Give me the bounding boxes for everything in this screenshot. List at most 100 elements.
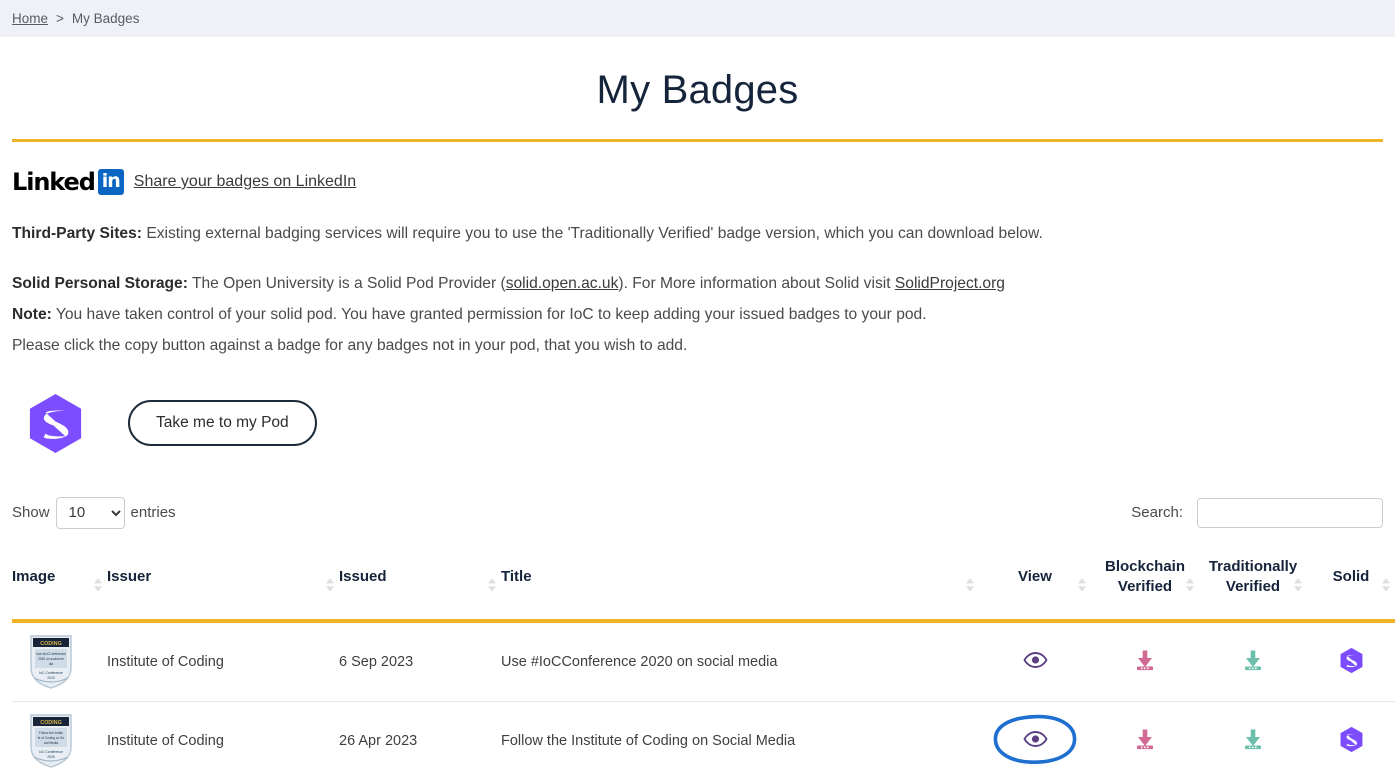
- cell-solid: [1307, 621, 1395, 703]
- cell-title: Follow the Institute of Coding on Social…: [501, 701, 979, 780]
- page-title: My Badges: [596, 68, 799, 112]
- search-input[interactable]: [1197, 497, 1383, 528]
- cell-traditionally-verified: [1199, 701, 1307, 780]
- title-divider: [12, 139, 1383, 142]
- cell-issuer: Institute of Coding: [107, 621, 339, 703]
- badges-table: Image Issuer Issued Title View Blockchai…: [12, 556, 1395, 780]
- copy-to-solid-pod-button[interactable]: [1338, 726, 1365, 753]
- svg-text:2020: 2020: [47, 755, 55, 759]
- svg-text:Follow the Institu: Follow the Institu: [39, 731, 63, 735]
- linkedin-wordmark: Linked: [12, 168, 96, 196]
- cell-traditionally-verified: [1199, 621, 1307, 703]
- column-header-blockchain-verified-label: Blockchain Verified: [1104, 557, 1186, 595]
- sort-icon[interactable]: [94, 578, 103, 594]
- solid-storage-paragraph: Solid Personal Storage: The Open Univers…: [12, 272, 1395, 296]
- cell-blockchain-verified: [1091, 621, 1199, 703]
- sort-icon[interactable]: [326, 578, 335, 594]
- third-party-text: Existing external badging services will …: [141, 225, 1043, 242]
- eye-icon: [1022, 731, 1048, 748]
- download-blockchain-verified-button[interactable]: [1133, 648, 1157, 672]
- cell-solid: [1307, 701, 1395, 780]
- column-header-issuer-label: Issuer: [107, 567, 152, 585]
- svg-text:cial Media: cial Media: [44, 741, 59, 745]
- third-party-label: Third-Party Sites:: [12, 225, 142, 242]
- download-blockchain-verified-button[interactable]: [1133, 727, 1157, 751]
- cell-title: Use #IoCConference 2020 on social media: [501, 621, 979, 703]
- cell-view: [979, 621, 1091, 703]
- sort-icon[interactable]: [488, 578, 497, 594]
- datatable-controls: Show 10 entries Search:: [0, 496, 1395, 529]
- view-badge-button[interactable]: [1022, 730, 1048, 748]
- column-header-traditionally-verified-label: Traditionally Verified: [1208, 557, 1298, 595]
- sort-icon[interactable]: [1294, 578, 1303, 594]
- solid-logo-icon: [24, 392, 87, 455]
- linkedin-share-row: Linked in Share your badges on LinkedIn: [12, 169, 1395, 195]
- column-header-title-label: Title: [501, 567, 532, 585]
- note-label: Note:: [12, 306, 52, 324]
- download-icon: [1137, 729, 1153, 750]
- column-header-issuer[interactable]: Issuer: [107, 556, 339, 624]
- linkedin-icon: in: [97, 169, 124, 195]
- solid-provider-link[interactable]: solid.open.ac.uk: [506, 275, 619, 292]
- column-header-traditionally-verified[interactable]: Traditionally Verified: [1199, 556, 1307, 624]
- solid-pod-row: Take me to my Pod: [24, 392, 1395, 455]
- solid-project-link[interactable]: SolidProject.org: [895, 275, 1005, 292]
- solid-logo-icon: [1340, 647, 1362, 673]
- solid-storage-text-a: The Open University is a Solid Pod Provi…: [187, 275, 506, 293]
- svg-text:te of Coding on So: te of Coding on So: [38, 736, 65, 740]
- sort-icon[interactable]: [1078, 578, 1087, 594]
- column-header-image-label: Image: [12, 567, 56, 585]
- column-header-image[interactable]: Image: [12, 556, 107, 624]
- svg-text:dia: dia: [49, 662, 53, 666]
- cell-view: [979, 701, 1091, 780]
- download-icon: [1137, 650, 1153, 671]
- svg-text:2020 on social me: 2020 on social me: [38, 657, 64, 661]
- column-header-title[interactable]: Title: [501, 556, 979, 624]
- solid-storage-text-b: ). For More information about Solid visi…: [618, 275, 895, 293]
- cell-image: CODING Follow the Institu te of Coding o…: [12, 701, 107, 780]
- badge-thumbnail-art: CODING Use #IoCConference 2020 on social…: [30, 635, 72, 689]
- entries-label: entries: [130, 504, 176, 522]
- sort-icon[interactable]: [1382, 578, 1391, 594]
- download-icon: [1245, 729, 1261, 750]
- solid-logo-icon: [1340, 726, 1362, 752]
- cell-issuer: Institute of Coding: [107, 701, 339, 780]
- column-header-issued[interactable]: Issued: [339, 556, 501, 624]
- cell-issued: 26 Apr 2023: [339, 701, 501, 780]
- badge-thumbnail-art: CODING Follow the Institu te of Coding o…: [30, 714, 72, 768]
- column-header-solid[interactable]: Solid: [1307, 556, 1395, 624]
- breadcrumb-current: My Badges: [71, 11, 140, 26]
- svg-text:IoC Conference: IoC Conference: [39, 750, 63, 754]
- take-me-to-my-pod-button[interactable]: Take me to my Pod: [128, 400, 317, 447]
- sort-icon[interactable]: [966, 578, 975, 594]
- sort-icon[interactable]: [1186, 578, 1195, 594]
- download-traditionally-verified-button[interactable]: [1241, 648, 1265, 672]
- share-badges-linkedin-link[interactable]: Share your badges on LinkedIn: [134, 173, 356, 191]
- cell-image: CODING Use #IoCConference 2020 on social…: [12, 621, 107, 703]
- breadcrumb-home-link[interactable]: Home: [12, 11, 48, 26]
- table-row: CODING Use #IoCConference 2020 on social…: [12, 621, 1395, 703]
- table-row: CODING Follow the Institu te of Coding o…: [12, 701, 1395, 780]
- svg-text:2020: 2020: [47, 676, 55, 680]
- view-badge-button[interactable]: [1022, 651, 1048, 669]
- badges-table-body: CODING Use #IoCConference 2020 on social…: [12, 621, 1395, 780]
- linkedin-icon-letters: in: [101, 169, 121, 192]
- cell-blockchain-verified: [1091, 701, 1199, 780]
- column-header-view[interactable]: View: [979, 556, 1091, 624]
- svg-text:Use #IoCConference: Use #IoCConference: [36, 652, 66, 656]
- copy-instruction-paragraph: Please click the copy button against a b…: [12, 337, 688, 355]
- badges-table-head: Image Issuer Issued Title View Blockchai…: [12, 556, 1395, 624]
- column-header-view-label: View: [1018, 567, 1052, 585]
- page-length-control: Show 10 entries: [12, 496, 176, 529]
- show-label: Show: [12, 504, 50, 522]
- breadcrumb: Home > My Badges: [0, 0, 1395, 37]
- download-icon: [1245, 650, 1261, 671]
- column-header-blockchain-verified[interactable]: Blockchain Verified: [1091, 556, 1199, 624]
- third-party-sites-paragraph: Third-Party Sites: Existing external bad…: [12, 222, 1395, 246]
- svg-text:IoC Conference: IoC Conference: [39, 671, 63, 675]
- entries-per-page-select[interactable]: 10: [55, 496, 125, 529]
- note-paragraph: Note: You have taken control of your sol…: [12, 303, 1395, 327]
- download-traditionally-verified-button[interactable]: [1241, 727, 1265, 751]
- note-text: You have taken control of your solid pod…: [51, 306, 927, 324]
- copy-to-solid-pod-button[interactable]: [1338, 647, 1365, 674]
